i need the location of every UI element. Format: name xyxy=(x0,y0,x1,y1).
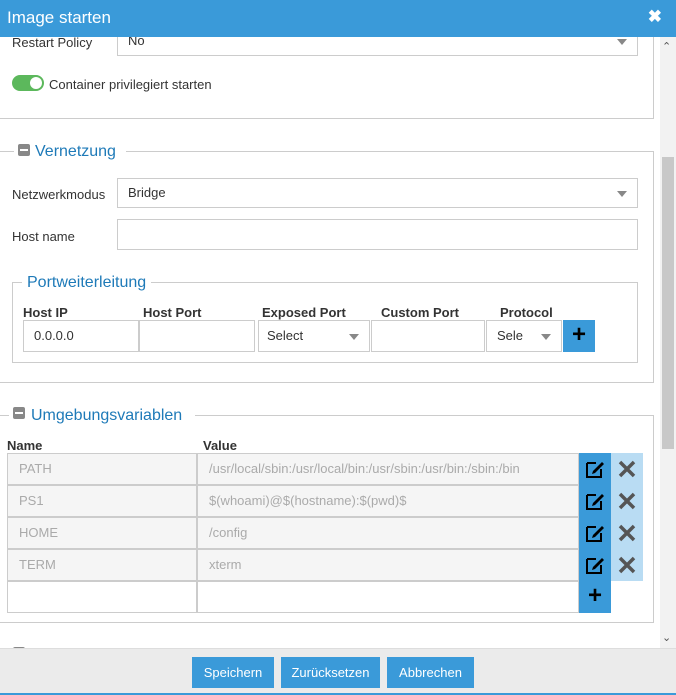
dialog-footer: Speichern Zurücksetzen Abbrechen xyxy=(0,648,676,695)
host-port-input[interactable] xyxy=(139,320,255,352)
network-mode-select[interactable]: Bridge xyxy=(117,178,638,208)
caret-down-icon xyxy=(349,334,359,340)
plus-icon: + xyxy=(571,321,586,348)
exposed-port-value: Select xyxy=(267,328,304,343)
env-name-cell[interactable]: TERM xyxy=(7,549,197,581)
col-host-port: Host Port xyxy=(143,305,202,320)
env-value-cell[interactable]: xterm xyxy=(197,549,579,581)
cancel-button[interactable]: Abbrechen xyxy=(387,657,474,688)
minus-square-icon xyxy=(18,144,30,156)
privileged-toggle[interactable] xyxy=(12,75,44,91)
col-protocol: Protocol xyxy=(500,305,553,320)
env-new-value-input[interactable] xyxy=(197,581,579,613)
env-new-name-input[interactable] xyxy=(7,581,197,613)
times-icon xyxy=(618,524,636,542)
env-value-cell[interactable]: /config xyxy=(197,517,579,549)
reset-button[interactable]: Zurücksetzen xyxy=(281,657,380,688)
delete-env-button[interactable] xyxy=(611,549,643,581)
network-legend-label: Vernetzung xyxy=(35,143,116,160)
network-mode-value: Bridge xyxy=(128,185,166,200)
delete-env-button[interactable] xyxy=(611,517,643,549)
protocol-select[interactable]: Sele xyxy=(486,320,562,352)
edit-icon xyxy=(586,462,604,478)
col-exposed-port: Exposed Port xyxy=(262,305,346,320)
plus-icon: + xyxy=(587,582,602,609)
times-icon xyxy=(618,556,636,574)
vertical-scrollbar[interactable]: ⌃ ⌄ xyxy=(660,37,676,648)
edit-env-button[interactable] xyxy=(579,453,611,485)
caret-down-icon xyxy=(617,191,627,197)
edit-env-button[interactable] xyxy=(579,517,611,549)
edit-env-button[interactable] xyxy=(579,549,611,581)
env-name-cell[interactable]: HOME xyxy=(7,517,197,549)
env-value-cell[interactable]: $(whoami)@$(hostname):$(pwd)$ xyxy=(197,485,579,517)
ports-legend-text: Portweiterleitung xyxy=(27,274,147,291)
caret-down-icon xyxy=(617,39,627,45)
edit-icon xyxy=(586,494,604,510)
add-env-button[interactable]: + xyxy=(579,581,611,613)
col-env-value: Value xyxy=(203,438,237,453)
close-icon[interactable]: ✖ xyxy=(648,7,662,27)
host-ip-value: 0.0.0.0 xyxy=(34,328,74,343)
edit-icon xyxy=(586,526,604,542)
network-legend-front[interactable]: Vernetzung xyxy=(14,141,126,165)
scroll-up-icon[interactable]: ⌃ xyxy=(662,40,671,53)
host-ip-input[interactable]: 0.0.0.0 xyxy=(23,320,139,352)
network-mode-label: Netzwerkmodus xyxy=(12,187,106,202)
env-name-cell[interactable]: PATH xyxy=(7,453,197,485)
env-legend-text: Umgebungsvariablen xyxy=(31,407,183,424)
toggle-knob xyxy=(30,77,42,89)
protocol-value: Sele xyxy=(497,328,524,343)
col-custom-port: Custom Port xyxy=(381,305,459,320)
scroll-down-icon[interactable]: ⌄ xyxy=(662,631,671,644)
exposed-port-select[interactable]: Select xyxy=(258,320,370,352)
times-icon xyxy=(618,460,636,478)
hostname-input[interactable] xyxy=(117,219,638,250)
restart-policy-value: No xyxy=(128,37,145,48)
add-port-button[interactable]: + xyxy=(563,320,595,352)
scrollbar-thumb[interactable] xyxy=(662,157,674,449)
dialog-title: Image starten xyxy=(7,8,111,27)
col-host-ip: Host IP xyxy=(23,305,68,320)
edit-icon xyxy=(586,558,604,574)
env-value-cell[interactable]: /usr/local/sbin:/usr/local/bin:/usr/sbin… xyxy=(197,453,579,485)
env-legend[interactable]: Umgebungsvariablen xyxy=(9,404,195,428)
delete-env-button[interactable] xyxy=(611,453,643,485)
save-button[interactable]: Speichern xyxy=(192,657,274,688)
env-name-cell[interactable]: PS1 xyxy=(7,485,197,517)
privileged-label: Container privilegiert starten xyxy=(49,77,212,92)
delete-env-button[interactable] xyxy=(611,485,643,517)
ports-legend: Portweiterleitung xyxy=(22,272,152,294)
restart-policy-label: Restart Policy xyxy=(12,37,93,50)
minus-square-icon xyxy=(13,407,25,419)
custom-port-input[interactable] xyxy=(371,320,485,352)
dialog-titlebar: Image starten ✖ xyxy=(0,0,676,37)
edit-env-button[interactable] xyxy=(579,485,611,517)
dialog-content: Restart Policy No Container privilegiert… xyxy=(0,37,660,648)
hostname-label: Host name xyxy=(12,229,75,244)
restart-policy-select[interactable]: No xyxy=(117,37,638,56)
times-icon xyxy=(618,492,636,510)
col-env-name: Name xyxy=(7,438,43,453)
caret-down-icon xyxy=(541,334,551,340)
